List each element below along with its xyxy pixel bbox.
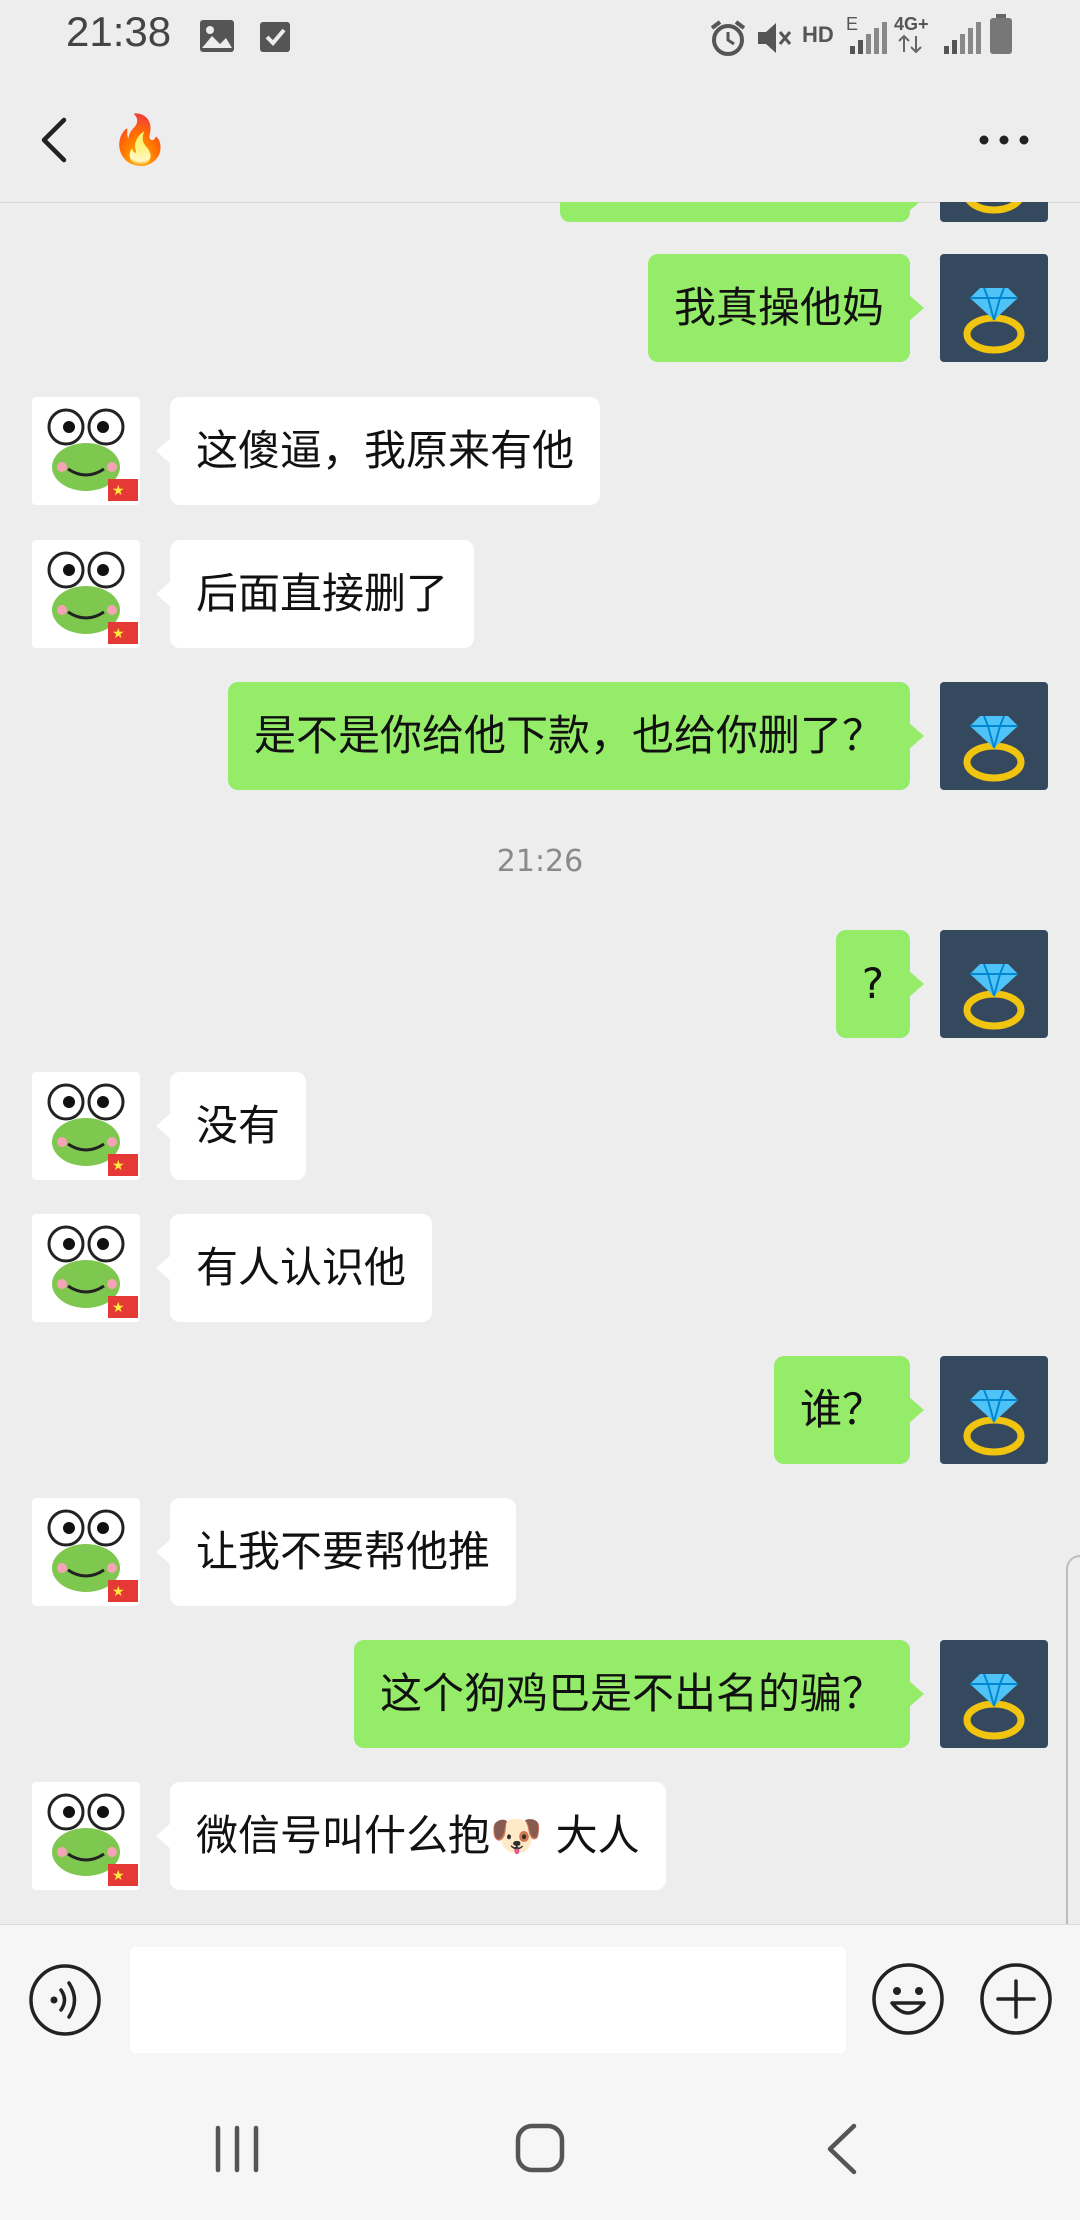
scrollbar[interactable] [1066,1555,1080,1969]
my-message-bubble[interactable]: ? [835,930,925,1038]
their-message-bubble[interactable]: 有人认识他 [155,1214,433,1322]
frog-avatar[interactable]: ★ [32,1214,140,1322]
back-icon[interactable] [822,2122,862,2176]
their-message-bubble[interactable]: 后面直接删了 [155,540,475,648]
image-icon [200,20,234,52]
message-timestamp: 21:26 [496,844,584,879]
mute-icon [758,23,792,53]
ring-avatar[interactable] [940,202,1048,222]
my-message-bubble[interactable]: 谁？ [773,1356,925,1464]
their-message-bubble[interactable]: 微信号叫什么抱🐶 大人 [156,1782,666,1890]
frog-avatar[interactable]: ★ [32,1498,140,1606]
check-square-icon [260,22,290,52]
svg-text:★: ★ [112,1158,125,1174]
home-icon[interactable] [514,2122,566,2174]
status-time: 21:38 [66,8,172,55]
their-message-bubble[interactable]: 这傻逼，我原来有他 [155,397,601,505]
alarm-icon [710,20,746,56]
status-bar: 21:38 HD E 4G+ [0,0,1080,72]
signal-icon [850,22,887,54]
chat-header: 🔥 [0,72,1080,203]
data-arrows-icon [898,34,922,54]
recent-apps-icon[interactable] [212,2124,262,2174]
ring-avatar[interactable] [940,930,1048,1038]
my-message-bubble[interactable]: 我真操他妈 [647,254,925,362]
frog-avatar[interactable]: ★ [32,397,140,505]
svg-text:★: ★ [112,626,125,642]
their-message-bubble[interactable]: 没有 [155,1072,307,1180]
frog-avatar[interactable]: ★ [32,1072,140,1180]
more-dots-icon[interactable] [976,122,1032,158]
ring-avatar[interactable] [940,1640,1048,1748]
plus-icon[interactable] [978,1961,1054,2037]
svg-text:★: ★ [112,1300,125,1316]
frog-avatar[interactable]: ★ [32,1782,140,1890]
4g-label: 4G+ [894,14,929,34]
svg-text:★: ★ [112,1584,125,1600]
my-message-bubble[interactable]: 这个狗鸡巴是不出名的骗？ [353,1640,925,1748]
frog-avatar[interactable]: ★ [32,540,140,648]
ring-avatar[interactable] [940,682,1048,790]
message-input[interactable] [130,1947,846,2053]
chat-messages-area[interactable]: 我真操他妈 ★ 这傻逼，我原来有他 ★ 后面直接删了 是不是你给他下款，也给你删… [0,202,1080,1924]
their-message-bubble[interactable]: 让我不要帮他推 [155,1498,517,1606]
ring-avatar[interactable] [940,254,1048,362]
voice-icon[interactable] [28,1963,102,2037]
emoji-icon[interactable] [870,1961,946,2037]
chevron-left-icon[interactable] [30,112,80,168]
hd-icon: HD [802,22,834,47]
system-nav-bar [0,2074,1080,2220]
battery-icon [990,14,1012,54]
svg-text:★: ★ [112,483,125,499]
my-message-bubble-partial[interactable] [560,202,924,222]
chat-title-fire-emoji: 🔥 [110,112,170,168]
my-message-bubble[interactable]: 是不是你给他下款，也给你删了？ [227,682,925,790]
input-bar [0,1924,1080,2075]
svg-text:★: ★ [112,1868,125,1884]
ring-avatar[interactable] [940,1356,1048,1464]
4g-signal-icon [944,22,981,54]
